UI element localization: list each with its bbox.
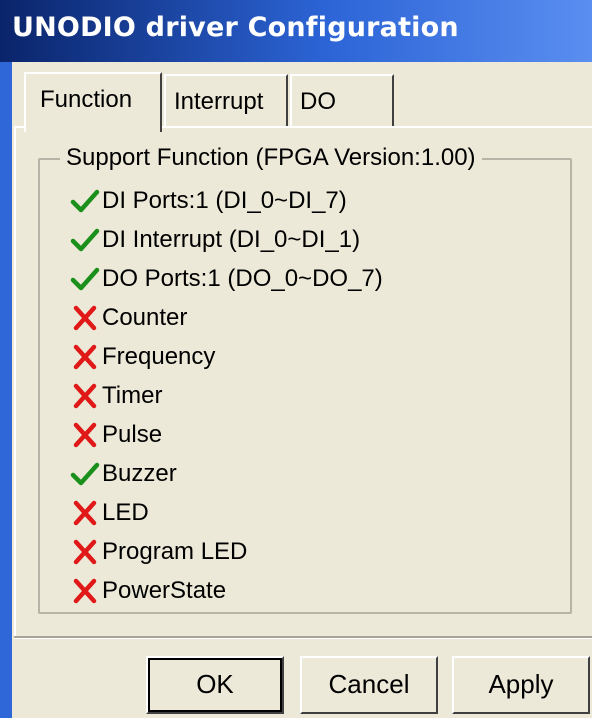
function-item-label: PowerState — [102, 577, 227, 604]
function-item: Frequency — [70, 339, 215, 375]
cross-icon — [70, 303, 100, 333]
function-item: Buzzer — [70, 456, 177, 492]
check-icon — [70, 225, 100, 255]
title-bar[interactable]: UNODIO driver Configuration — [0, 0, 592, 62]
function-item-label: Timer — [102, 382, 163, 409]
tab-function-label: Function — [40, 86, 133, 113]
function-item: LED — [70, 495, 149, 531]
cross-icon — [70, 537, 100, 567]
function-item-label: DI Interrupt (DI_0~DI_1) — [102, 226, 361, 253]
function-item-label: DI Ports:1 (DI_0~DI_7) — [102, 187, 347, 214]
function-item-label: DO Ports:1 (DO_0~DO_7) — [102, 265, 383, 292]
function-item-label: Counter — [102, 304, 188, 331]
cross-icon — [70, 498, 100, 528]
function-item-label: Buzzer — [102, 460, 177, 487]
tab-function[interactable]: Function — [24, 72, 162, 132]
function-item: Timer — [70, 378, 162, 414]
tab-interrupt-label: Interrupt — [174, 88, 264, 115]
function-item-label: Pulse — [102, 421, 163, 448]
function-item: DI Ports:1 (DI_0~DI_7) — [70, 183, 347, 219]
check-icon — [70, 459, 100, 489]
function-item: Program LED — [70, 534, 247, 570]
separator — [14, 636, 592, 639]
function-item: Pulse — [70, 417, 162, 453]
cross-icon — [70, 420, 100, 450]
function-item-label: Frequency — [102, 343, 216, 370]
window-title: UNODIO driver Configuration — [12, 12, 459, 43]
check-icon — [70, 186, 100, 216]
function-item: DO Ports:1 (DO_0~DO_7) — [70, 261, 383, 297]
function-item-label: Program LED — [102, 538, 248, 565]
groupbox-title: Support Function (FPGA Version:1.00) — [60, 144, 482, 172]
cross-icon — [70, 342, 100, 372]
cancel-button[interactable]: Cancel — [300, 656, 438, 714]
function-item: Counter — [70, 300, 187, 336]
ok-button[interactable]: OK — [146, 656, 284, 714]
config-dialog: UNODIO driver Configuration Function Int… — [0, 0, 592, 718]
cross-icon — [70, 381, 100, 411]
tab-do[interactable]: DO — [290, 74, 394, 128]
tab-do-label: DO — [300, 88, 336, 115]
check-icon — [70, 264, 100, 294]
tab-interrupt[interactable]: Interrupt — [164, 74, 288, 128]
function-item: DI Interrupt (DI_0~DI_1) — [70, 222, 360, 258]
function-item-label: LED — [102, 499, 149, 526]
apply-button[interactable]: Apply — [452, 656, 590, 714]
cross-icon — [70, 576, 100, 606]
function-item: PowerState — [70, 573, 226, 609]
window-frame-left — [0, 62, 12, 718]
